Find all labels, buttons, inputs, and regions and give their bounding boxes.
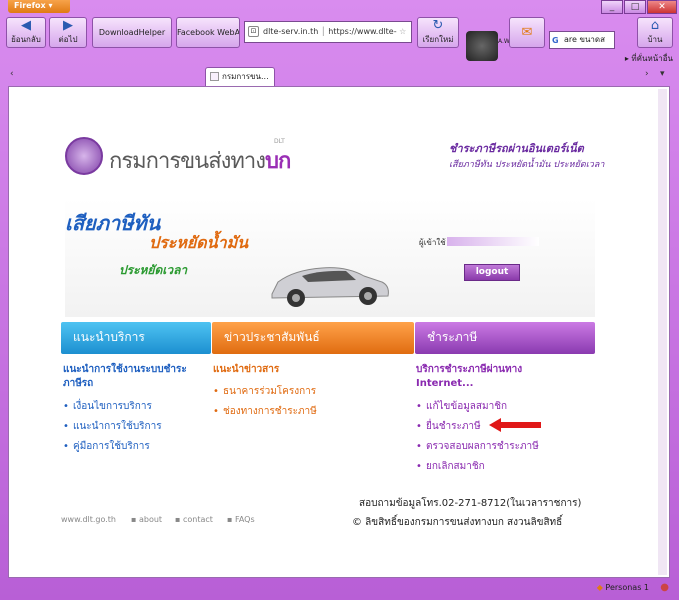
contact-info: สอบถามข้อมูลโทร.02-271-8712(ในเวลาราชการ… [359, 498, 582, 509]
link-payment-channels[interactable]: ช่องทางการชำระภาษี [213, 405, 317, 418]
tab-bar: ‹ กรมการขน... › ▾ [0, 66, 679, 86]
tab-scroll-right-icon[interactable]: › [645, 69, 649, 79]
footer-link-faqs[interactable]: ▪ FAQs [227, 515, 255, 524]
link-edit-member[interactable]: แก้ไขข้อมูลสมาชิก [416, 400, 507, 413]
home-button[interactable]: ⌂ บ้าน [637, 17, 673, 48]
tax-heading: บริการชำระภาษีผ่านทาง Internet... [416, 364, 523, 389]
personas-button[interactable]: ◆ Personas 1 [597, 583, 649, 592]
services-heading: แนะนำการใช้งานระบบชำระภาษีรถ [63, 364, 187, 389]
link-partner-banks[interactable]: ธนาคารร่วมโครงการ [213, 385, 316, 398]
forward-button[interactable]: ▶ ต่อไป [49, 17, 87, 48]
bookmark-star-icon[interactable]: ☆ [399, 27, 406, 36]
copyright: © ลิขสิทธิ์ของกรมการขนส่งทางบก สงวนลิขสิ… [352, 517, 563, 528]
tab-list-icon[interactable]: ▾ [660, 69, 665, 79]
dlt-logo-text: กรมการขนส่งทางบก [109, 148, 291, 174]
scrollbar[interactable] [658, 89, 667, 575]
link-service-guide[interactable]: แนะนำการใช้บริการ [63, 420, 162, 433]
tab-tax-payment[interactable]: ชำระภาษี [415, 322, 595, 354]
site-identity-icon: ⊡ [248, 26, 259, 37]
webapp-button[interactable]: Facebook WebApp [176, 17, 240, 48]
tagline-subtitle: เสียภาษีทัน ประหยัดน้ำมัน ประหยัดเวลา [449, 160, 605, 170]
browser-window: Firefox ▾ _ □ ✕ ◀ ย้อนกลับ ▶ ต่อไป Downl… [0, 0, 679, 600]
slogan-tax: เสียภาษีทัน [65, 211, 161, 235]
logout-button[interactable]: logout [464, 264, 520, 281]
tab-active[interactable]: กรมการขน... [205, 67, 275, 86]
footer-link-about[interactable]: ▪ about [131, 515, 162, 524]
tab-scroll-left-icon[interactable]: ‹ [10, 69, 14, 79]
link-submit-tax[interactable]: ยื่นชำระภาษี [416, 420, 481, 433]
minimize-button[interactable]: _ [601, 0, 623, 14]
title-bar: Firefox ▾ _ □ ✕ [0, 0, 679, 14]
link-service-manual[interactable]: คู่มือการใช้บริการ [63, 440, 150, 453]
mail-button[interactable]: ✉ [509, 17, 545, 48]
slogan-fuel: ประหยัดน้ำมัน [149, 233, 249, 252]
navigation-toolbar: ◀ ย้อนกลับ ▶ ต่อไป DownloadHelper Facebo… [0, 14, 679, 61]
search-input[interactable]: G are ขนาดส [549, 31, 615, 49]
bookmarks-bar: ▸ ที่คั่นหน้าอื่น [0, 50, 679, 66]
footer-link-site[interactable]: www.dlt.go.th [61, 515, 116, 524]
addon-icon[interactable]: ● [660, 582, 669, 593]
tab-services[interactable]: แนะนำบริการ [61, 322, 211, 354]
close-button[interactable]: ✕ [647, 0, 677, 14]
dlt-seal-logo [65, 137, 103, 175]
url-bar[interactable]: ⊡ dlte-serv.in.th │ https://www.dlte- ☆ [244, 21, 412, 43]
news-heading: แนะนำข่าวสาร [213, 364, 280, 375]
mail-icon: ✉ [521, 25, 533, 40]
back-arrow-icon: ◀ [21, 18, 31, 33]
reload-icon: ↻ [432, 18, 444, 33]
status-bar: ◆ Personas 1 ● [0, 578, 679, 600]
user-name-value [447, 237, 539, 246]
tab-news[interactable]: ข่าวประชาสัมพันธ์ [212, 322, 414, 354]
slogan-time: ประหยัดเวลา [119, 263, 188, 277]
footer-link-contact[interactable]: ▪ contact [175, 515, 213, 524]
reload-button[interactable]: ↻ เรียกใหม่ [417, 17, 459, 48]
car-image [271, 267, 389, 307]
firefox-menu-button[interactable]: Firefox ▾ [8, 0, 70, 13]
maximize-button[interactable]: □ [624, 0, 646, 14]
link-cancel-member[interactable]: ยกเลิกสมาชิก [416, 460, 485, 473]
link-service-terms[interactable]: เงื่อนไขการบริการ [63, 400, 152, 413]
tagline-title: ชำระภาษีรถผ่านอินเตอร์เน็ต [449, 142, 584, 155]
link-check-payment[interactable]: ตรวจสอบผลการชำระภาษี [416, 440, 539, 453]
dlt-small-label: DLT [274, 138, 285, 145]
google-icon: G [552, 36, 559, 45]
other-bookmarks[interactable]: ▸ ที่คั่นหน้าอื่น [625, 52, 673, 65]
home-icon: ⌂ [650, 18, 660, 33]
user-label: ผู้เข้าใช้ [419, 238, 446, 247]
page-content: กรมการขนส่งทางบก DLT ชำระภาษีรถผ่านอินเต… [8, 86, 670, 578]
back-button[interactable]: ◀ ย้อนกลับ [6, 17, 46, 48]
downloadhelper-button[interactable]: DownloadHelper [92, 17, 172, 48]
fox-icon: ◆ [596, 583, 603, 592]
favicon-icon [210, 72, 219, 81]
red-arrow-icon [489, 418, 541, 432]
forward-arrow-icon: ▶ [63, 18, 73, 33]
